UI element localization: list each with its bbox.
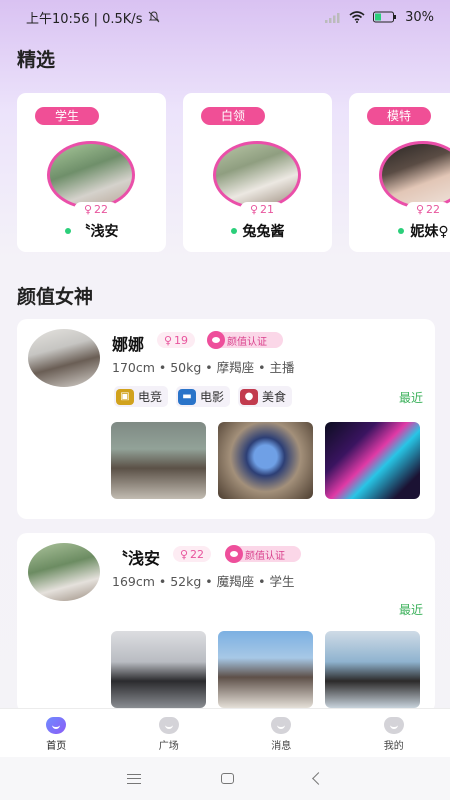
user-name-row: 兔兔酱 — [183, 221, 332, 241]
user-name: 妮妹♀ — [410, 224, 449, 240]
user-name: 〝浅安 — [76, 224, 119, 240]
tag-label: 美食 — [262, 390, 287, 404]
user-name: 娜娜 — [112, 335, 145, 354]
gamepad-icon: ▣ — [116, 388, 134, 405]
age-badge: ♀ 22 — [173, 546, 211, 562]
eye-verify-icon — [207, 331, 225, 349]
user-info: 170cm • 50kg • 摩羯座 • 主播 — [112, 360, 295, 375]
online-dot-icon — [64, 228, 71, 234]
avatar[interactable] — [28, 329, 100, 387]
home-icon — [46, 717, 67, 734]
occupation-badge: 模特 — [367, 107, 431, 125]
avatar[interactable] — [28, 543, 100, 601]
tab-label: 首页 — [46, 741, 67, 752]
age-value: 22 — [190, 547, 205, 561]
menu-icon[interactable] — [127, 773, 141, 784]
wifi-icon — [349, 11, 365, 23]
photo-thumbnail[interactable] — [218, 422, 313, 499]
age-value: 22 — [94, 203, 109, 216]
recent-label: 最近 — [398, 603, 423, 617]
age-badge: ♀ 19 — [157, 332, 195, 348]
avatar-ring — [47, 141, 135, 209]
home-square-icon[interactable] — [221, 773, 234, 784]
verify-badge: 颜值认证 — [225, 545, 301, 563]
status-bar: 上午10:56 | 0.5K/s 30% — [0, 0, 450, 34]
interest-tags: ▣ 电竞 ▬ 电影 ● 美食 — [114, 386, 293, 407]
photo-thumbnail[interactable] — [325, 631, 420, 708]
status-right: 30% — [325, 10, 434, 25]
tab-label: 广场 — [158, 741, 179, 752]
tag-label: 电影 — [200, 390, 225, 404]
female-icon: ♀ — [83, 203, 93, 216]
avatar — [50, 144, 132, 206]
system-nav-bar — [0, 757, 450, 800]
photo-gallery — [111, 422, 420, 499]
tag-label: 电竞 — [138, 390, 163, 404]
battery-percent: 30% — [405, 9, 434, 25]
tab-messages[interactable]: 消息 — [225, 709, 338, 757]
verify-label: 颜值认证 — [245, 550, 285, 562]
eye-verify-icon — [225, 545, 243, 563]
interest-tag: ▬ 电影 — [176, 386, 231, 407]
user-name-row: 〝浅安 — [17, 221, 166, 241]
online-dot-icon — [230, 228, 237, 234]
bottom-tab-bar: 首页 广场 消息 我的 — [0, 708, 450, 757]
food-icon: ● — [240, 388, 259, 405]
user-info: 169cm • 52kg • 魔羯座 • 学生 — [112, 574, 295, 589]
verify-badge: 颜值认证 — [207, 331, 283, 349]
interest-tag: ▣ 电竞 — [114, 386, 169, 407]
occupation-badge: 学生 — [35, 107, 99, 125]
female-icon: ♀ — [179, 547, 189, 561]
age-badge: ♀ 22 — [406, 202, 450, 217]
tab-label: 我的 — [383, 741, 404, 752]
featured-card[interactable]: 模特 ♀ 22 妮妹♀ — [349, 93, 450, 252]
featured-carousel[interactable]: 学生 ♀ 22 〝浅安 白领 ♀ 21 兔兔酱 模特 ♀ 22 妮妹♀ — [17, 93, 450, 253]
avatar-ring — [379, 141, 450, 209]
age-badge: ♀ 22 — [74, 202, 118, 217]
user-name-row: 妮妹♀ — [349, 221, 450, 241]
user-name: 兔兔酱 — [242, 224, 285, 240]
female-icon: ♀ — [249, 203, 259, 216]
photo-thumbnail[interactable] — [218, 631, 313, 708]
age-value: 21 — [260, 203, 275, 216]
photo-thumbnail[interactable] — [325, 422, 420, 499]
user-name: 〝浅安 — [112, 549, 161, 568]
female-icon: ♀ — [415, 203, 425, 216]
square-icon — [158, 717, 179, 734]
occupation-badge: 白领 — [201, 107, 265, 125]
user-card[interactable]: 〝浅安 ♀ 22 颜值认证 169cm • 52kg • 魔羯座 • 学生 最近 — [17, 533, 435, 713]
age-value: 22 — [426, 203, 441, 216]
recent-label: 最近 — [398, 391, 423, 405]
mute-bell-icon — [148, 11, 160, 23]
tab-square[interactable]: 广场 — [113, 709, 226, 757]
goddess-title: 颜值女神 — [17, 286, 94, 308]
profile-icon — [383, 717, 404, 734]
tab-profile[interactable]: 我的 — [338, 709, 450, 757]
photo-thumbnail[interactable] — [111, 422, 206, 499]
interest-tag: ● 美食 — [238, 386, 293, 407]
battery-icon — [373, 11, 397, 23]
photo-thumbnail[interactable] — [111, 631, 206, 708]
status-left: 上午10:56 | 0.5K/s — [26, 8, 160, 27]
featured-title: 精选 — [17, 49, 56, 71]
avatar-ring — [213, 141, 301, 209]
user-card[interactable]: 娜娜 ♀ 19 颜值认证 170cm • 50kg • 摩羯座 • 主播 ▣ 电竞… — [17, 319, 435, 519]
avatar — [216, 144, 298, 206]
age-value: 19 — [174, 333, 189, 347]
featured-card[interactable]: 白领 ♀ 21 兔兔酱 — [183, 93, 332, 252]
avatar — [382, 144, 450, 206]
tab-home[interactable]: 首页 — [0, 709, 113, 757]
featured-card[interactable]: 学生 ♀ 22 〝浅安 — [17, 93, 166, 252]
age-badge: ♀ 21 — [240, 202, 284, 217]
female-icon: ♀ — [163, 333, 173, 347]
online-dot-icon — [398, 228, 405, 234]
signal-icon — [325, 12, 341, 23]
status-time: 上午10:56 | 0.5K/s — [26, 11, 143, 27]
tab-label: 消息 — [271, 741, 292, 752]
verify-label: 颜值认证 — [227, 336, 267, 348]
film-icon: ▬ — [178, 388, 197, 405]
back-icon[interactable] — [312, 772, 325, 785]
photo-gallery — [111, 631, 420, 708]
message-icon — [271, 717, 292, 734]
